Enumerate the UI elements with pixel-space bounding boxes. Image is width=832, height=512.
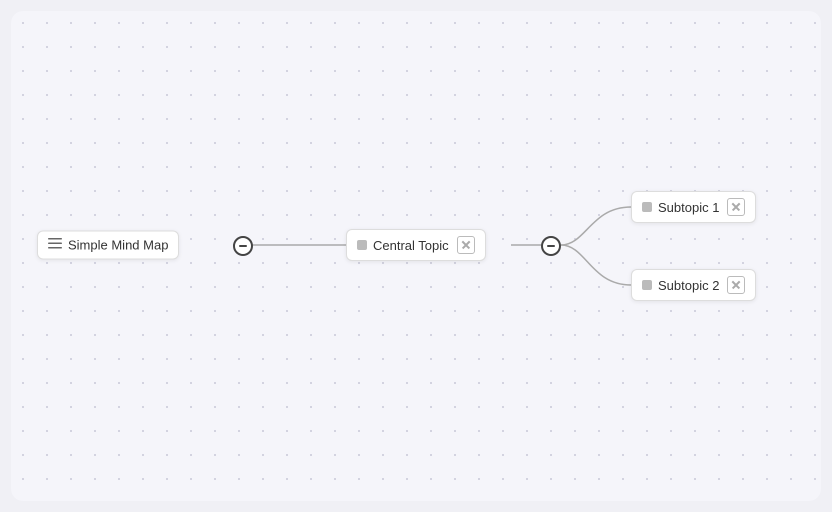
sub2-square-icon xyxy=(642,280,652,290)
root-circle-connector[interactable] xyxy=(233,236,253,256)
central-node-label: Central Topic xyxy=(373,238,449,253)
sub2-expand-x-icon xyxy=(731,280,741,290)
central-expand-button[interactable] xyxy=(457,236,475,254)
subtopic2-node[interactable]: Subtopic 2 xyxy=(631,269,756,301)
sub1-square-icon xyxy=(642,202,652,212)
central-node[interactable]: Central Topic xyxy=(346,229,486,261)
root-node[interactable]: Simple Mind Map xyxy=(37,231,179,260)
subtopic1-node[interactable]: Subtopic 1 xyxy=(631,191,756,223)
subtopic1-label: Subtopic 1 xyxy=(658,200,719,215)
expand-x-icon xyxy=(461,240,471,250)
central-square-icon xyxy=(357,240,367,250)
root-node-label: Simple Mind Map xyxy=(68,238,168,253)
subtopic2-label: Subtopic 2 xyxy=(658,278,719,293)
mind-map-canvas: Simple Mind Map Central Topic Subtopic 1… xyxy=(11,11,821,501)
sub1-expand-x-icon xyxy=(731,202,741,212)
subtopic1-expand-button[interactable] xyxy=(727,198,745,216)
central-circle-connector[interactable] xyxy=(541,236,561,256)
list-icon xyxy=(48,238,62,253)
subtopic2-expand-button[interactable] xyxy=(727,276,745,294)
